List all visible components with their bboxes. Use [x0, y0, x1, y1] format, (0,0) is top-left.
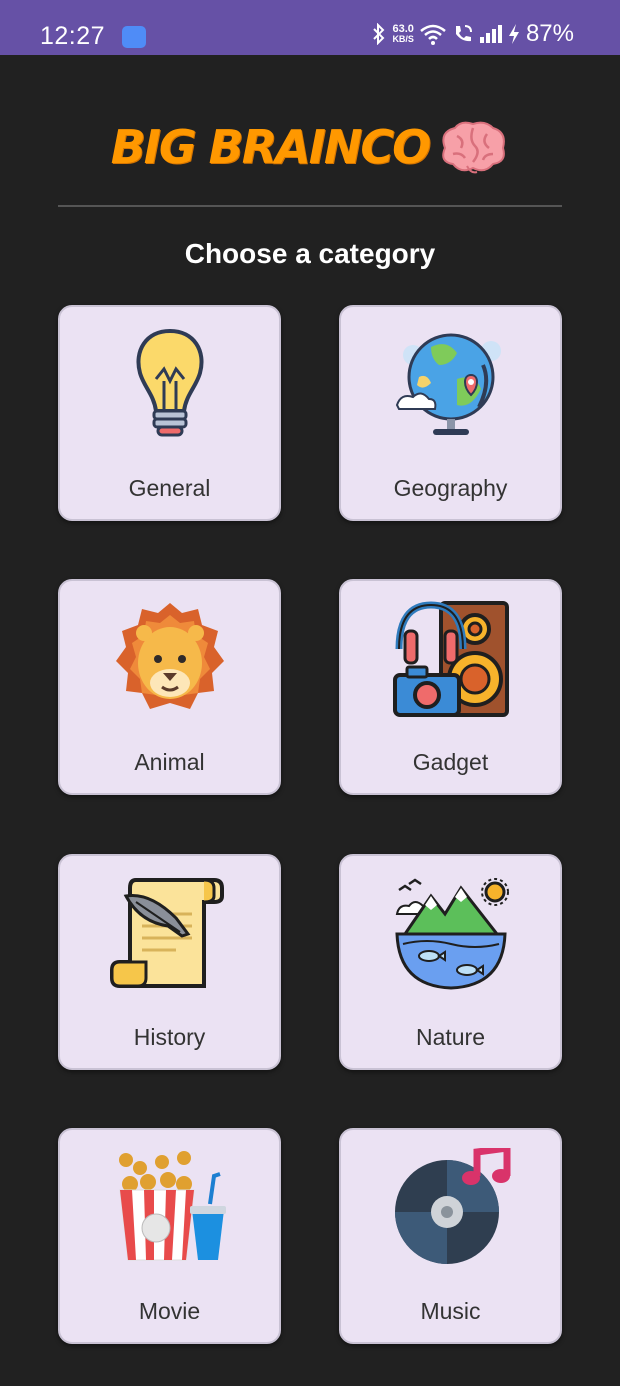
brain-icon [442, 121, 506, 174]
app-title: BIG BRAINCO [0, 112, 620, 182]
net-speed-unit: KB/S [392, 34, 414, 44]
status-time: 12:27 [40, 22, 106, 50]
android-app-icon [122, 26, 146, 48]
wifi-icon [420, 24, 446, 45]
category-label: Geography [393, 475, 508, 501]
lion-icon [115, 603, 224, 709]
category-label: Music [420, 1298, 481, 1324]
bluetooth-icon [373, 23, 385, 45]
globe-icon [395, 333, 501, 435]
app-title-text: BIG BRAINCO [110, 120, 432, 174]
category-label: History [133, 1024, 206, 1050]
category-card-music[interactable]: Music [339, 1128, 562, 1344]
signal-icon [479, 25, 502, 43]
popcorn-icon [118, 1151, 226, 1261]
scroll-icon [109, 878, 224, 988]
page-subtitle: Choose a category [184, 238, 436, 269]
net-speed: 63.0 KB/S [392, 23, 414, 45]
category-card-gadget[interactable]: Gadget [339, 579, 562, 795]
category-card-history[interactable]: History [58, 854, 281, 1070]
vinyl-record-icon [394, 1148, 510, 1264]
wifi-call-icon [455, 25, 472, 42]
charging-icon [508, 24, 519, 44]
category-card-movie[interactable]: Movie [58, 1128, 281, 1344]
category-label: Movie [138, 1298, 201, 1324]
category-card-geography[interactable]: Geography [339, 305, 562, 521]
category-label: Animal [134, 749, 205, 775]
gadget-icon [392, 601, 509, 717]
category-label: Gadget [412, 749, 489, 775]
status-icons: 63.0 KB/S 87% [372, 20, 574, 48]
battery-percent: 87% [525, 20, 574, 47]
net-speed-value: 63.0 [392, 23, 414, 35]
lightbulb-icon [136, 328, 203, 437]
status-bar: 12:27 63.0 KB/S 87% [0, 0, 620, 55]
category-label: General [128, 475, 211, 501]
category-card-general[interactable]: General [58, 305, 281, 521]
category-card-nature[interactable]: Nature [339, 854, 562, 1070]
category-card-animal[interactable]: Animal [58, 579, 281, 795]
category-label: Nature [415, 1024, 486, 1050]
header-divider [58, 205, 562, 207]
nature-icon [394, 878, 509, 990]
